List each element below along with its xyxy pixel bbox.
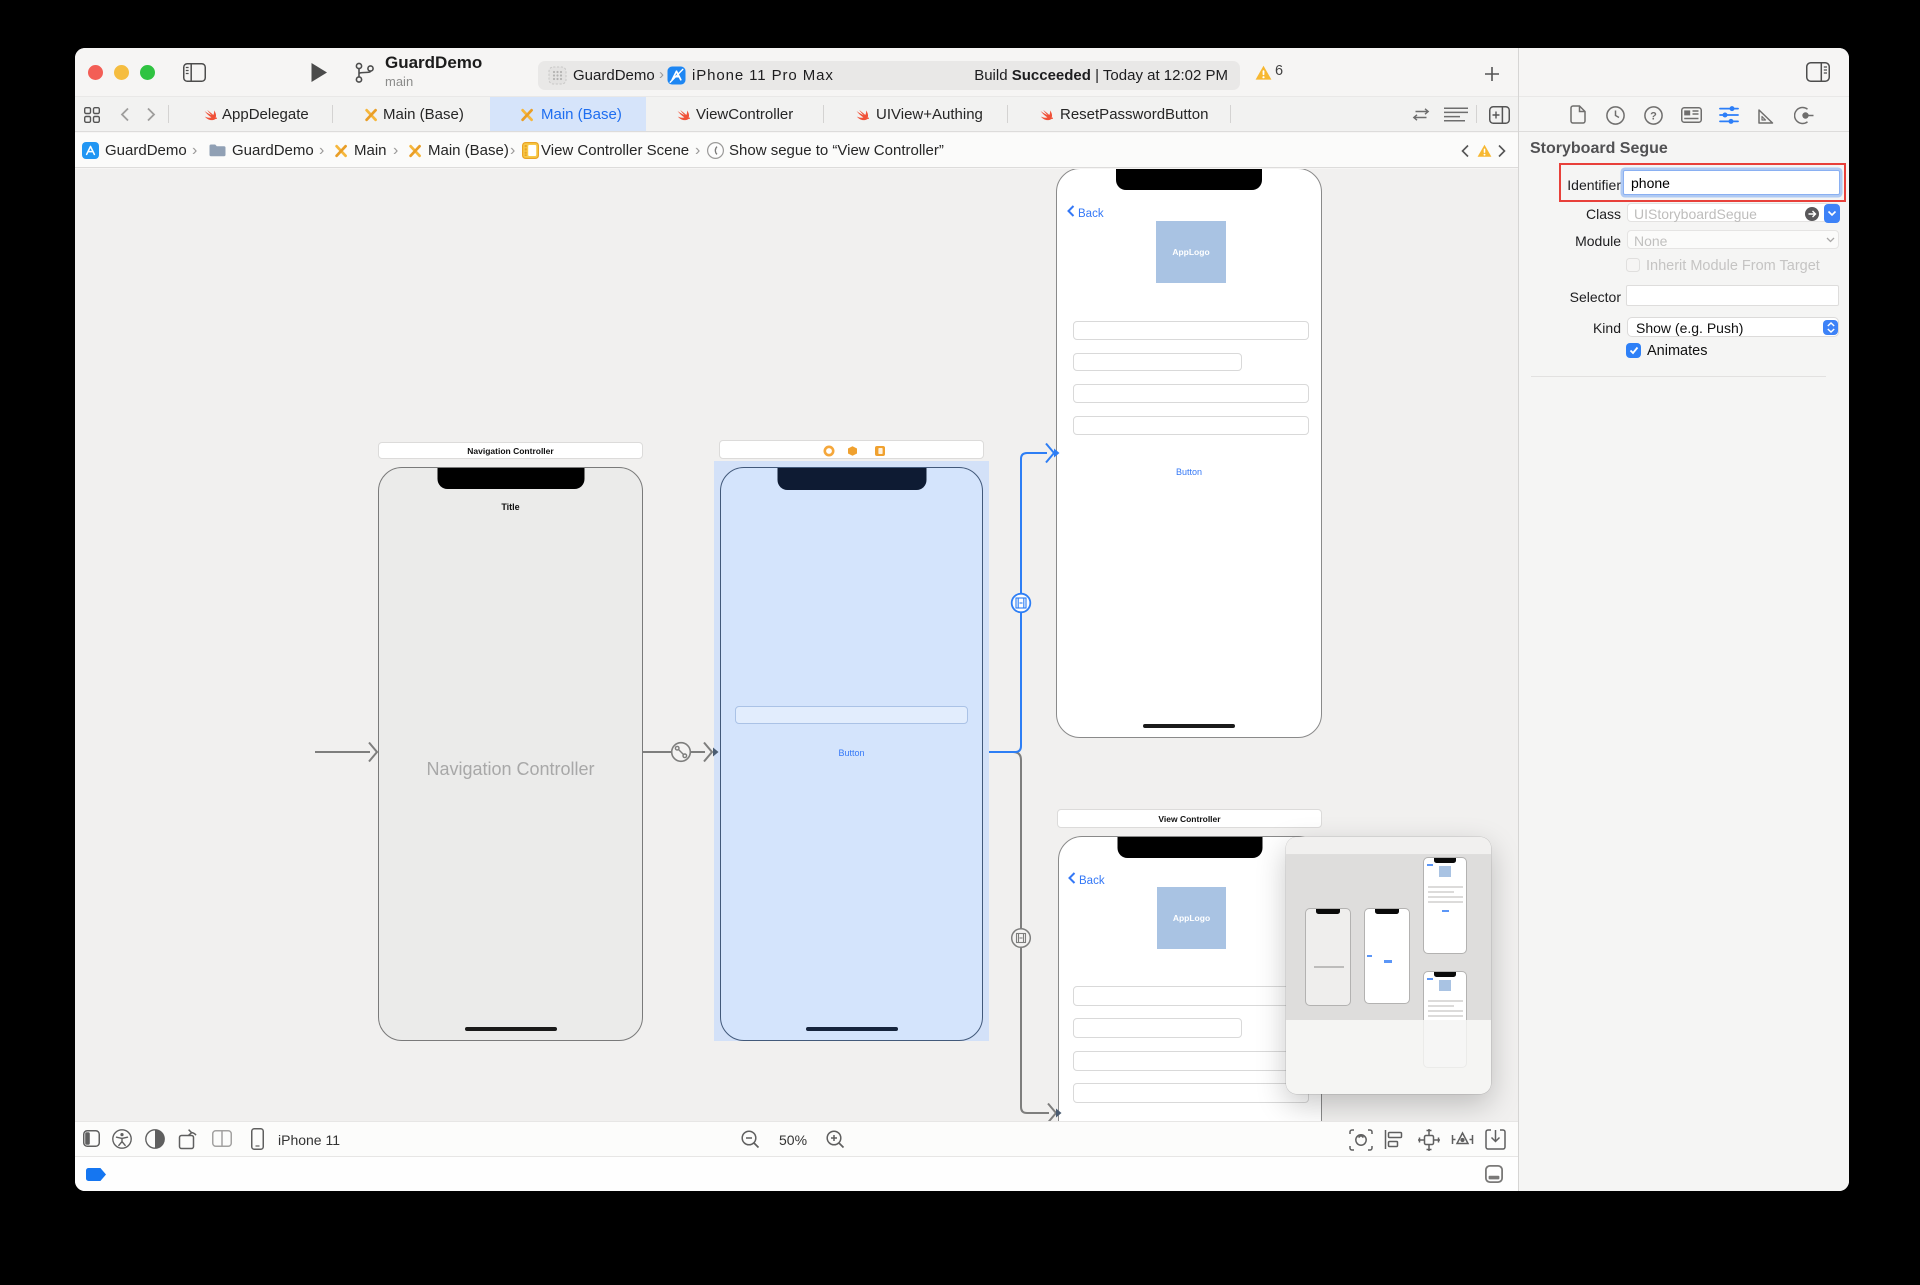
svg-text:?: ? — [1650, 111, 1657, 123]
